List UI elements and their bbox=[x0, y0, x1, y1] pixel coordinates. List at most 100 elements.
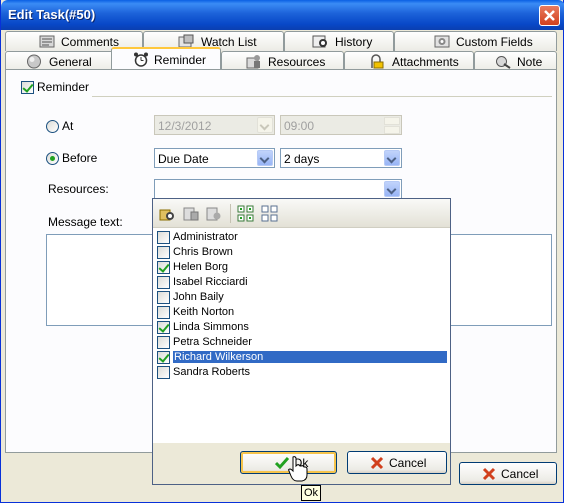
at-radio[interactable] bbox=[46, 120, 59, 133]
at-label: At bbox=[62, 119, 74, 133]
item-name: Helen Borg bbox=[173, 261, 229, 273]
list-item[interactable]: Linda Simmons bbox=[153, 320, 449, 335]
comments-icon bbox=[39, 35, 55, 48]
window-title: Edit Task(#50) bbox=[8, 7, 96, 22]
chevron-down-icon[interactable] bbox=[257, 117, 273, 133]
history-icon bbox=[312, 35, 327, 48]
section-divider bbox=[92, 96, 552, 97]
list-item[interactable]: Sandra Roberts bbox=[153, 365, 449, 380]
chevron-down-icon[interactable] bbox=[384, 150, 400, 166]
reminder-enabled-label: Reminder bbox=[37, 80, 90, 94]
item-checkbox[interactable] bbox=[157, 246, 170, 259]
tab-history[interactable]: History bbox=[284, 31, 394, 51]
tab-custom-fields[interactable]: Custom Fields bbox=[394, 31, 557, 51]
hand-cursor-icon bbox=[288, 456, 308, 482]
item-name: John Baily bbox=[173, 291, 224, 303]
tab-history-label: History bbox=[335, 35, 373, 49]
tab-reminder-label: Reminder bbox=[154, 53, 207, 67]
close-window-button[interactable] bbox=[539, 5, 560, 26]
ok-tooltip: Ok bbox=[301, 485, 321, 501]
at-date-picker[interactable]: 12/3/2012 bbox=[154, 115, 275, 135]
at-date-value: 12/3/2012 bbox=[158, 119, 212, 133]
item-name: Petra Schneider bbox=[173, 336, 252, 348]
before-amount-select[interactable]: 2 days bbox=[280, 148, 402, 168]
at-time-value: 09:00 bbox=[284, 119, 315, 133]
attachments-icon bbox=[371, 54, 384, 69]
item-checkbox[interactable] bbox=[157, 366, 170, 379]
resources-dropdown-popup: Administrator Chris Brown Helen Borg Isa… bbox=[152, 198, 451, 485]
list-item[interactable]: John Baily bbox=[153, 290, 449, 305]
check-current-user-icon[interactable] bbox=[158, 205, 176, 222]
item-checkbox[interactable] bbox=[157, 261, 170, 274]
before-amount-value: 2 days bbox=[284, 152, 320, 166]
check-selected-icon[interactable] bbox=[182, 205, 200, 222]
item-checkbox[interactable] bbox=[157, 321, 170, 334]
time-up-icon[interactable] bbox=[384, 117, 400, 125]
list-item[interactable]: Chris Brown bbox=[153, 245, 449, 260]
cancel-icon bbox=[370, 456, 384, 470]
popup-toolbar bbox=[153, 199, 450, 228]
item-checkbox[interactable] bbox=[157, 231, 170, 244]
checkmark-icon bbox=[275, 457, 289, 470]
tab-note[interactable]: Note bbox=[474, 51, 557, 71]
list-item[interactable]: Petra Schneider bbox=[153, 335, 449, 350]
item-checkbox[interactable] bbox=[157, 336, 170, 349]
uncheck-selected-icon[interactable] bbox=[205, 205, 223, 222]
tab-attachments[interactable]: Attachments bbox=[344, 51, 474, 71]
tab-attachments-label: Attachments bbox=[392, 55, 459, 69]
tab-custom-fields-label: Custom Fields bbox=[456, 35, 533, 49]
tab-note-label: Note bbox=[517, 55, 543, 69]
item-checkbox[interactable] bbox=[157, 306, 170, 319]
tab-resources-label: Resources bbox=[268, 55, 326, 69]
item-checkbox[interactable] bbox=[157, 276, 170, 289]
item-checkbox[interactable] bbox=[157, 291, 170, 304]
tab-reminder[interactable]: Reminder bbox=[111, 47, 221, 69]
chevron-down-icon[interactable] bbox=[384, 181, 400, 197]
item-name: Linda Simmons bbox=[173, 321, 249, 333]
resources-select[interactable] bbox=[154, 179, 402, 199]
tab-general-label: General bbox=[49, 55, 92, 69]
tab-comments-label: Comments bbox=[61, 35, 120, 49]
item-name: Administrator bbox=[173, 231, 238, 243]
time-down-icon[interactable] bbox=[384, 126, 400, 134]
note-icon bbox=[496, 56, 511, 69]
at-time-field[interactable]: 09:00 bbox=[280, 115, 402, 135]
title-bar[interactable]: Edit Task(#50) bbox=[1, 0, 564, 30]
reminder-enabled-checkbox[interactable] bbox=[21, 81, 34, 94]
list-item[interactable]: Richard Wilkerson bbox=[153, 350, 449, 365]
item-checkbox[interactable] bbox=[157, 351, 170, 364]
item-name: Isabel Ricciardi bbox=[173, 276, 248, 288]
tab-general[interactable]: General bbox=[5, 51, 125, 71]
dialog-cancel-button[interactable]: Cancel bbox=[459, 462, 557, 485]
item-name: Richard Wilkerson bbox=[173, 351, 447, 363]
list-item[interactable]: Administrator bbox=[153, 230, 449, 245]
item-name: Sandra Roberts bbox=[173, 366, 251, 378]
item-name: Chris Brown bbox=[173, 246, 233, 258]
resources-icon bbox=[246, 55, 260, 69]
close-icon bbox=[544, 10, 555, 21]
check-all-icon[interactable] bbox=[237, 205, 255, 222]
dialog-cancel-label: Cancel bbox=[501, 467, 539, 481]
cancel-icon bbox=[482, 467, 496, 481]
message-text-label: Message text: bbox=[48, 215, 123, 229]
list-item[interactable]: Keith Norton bbox=[153, 305, 449, 320]
general-icon bbox=[27, 54, 41, 69]
before-label: Before bbox=[62, 151, 98, 165]
resources-list: Administrator Chris Brown Helen Borg Isa… bbox=[153, 230, 450, 430]
custom-fields-icon bbox=[434, 35, 450, 48]
alarm-clock-icon bbox=[134, 52, 148, 67]
before-radio[interactable] bbox=[46, 152, 59, 165]
list-item[interactable]: Isabel Ricciardi bbox=[153, 275, 449, 290]
tab-resources[interactable]: Resources bbox=[221, 51, 344, 71]
tooltip-text: Ok bbox=[304, 487, 319, 499]
chevron-down-icon[interactable] bbox=[257, 150, 273, 166]
popup-cancel-label: Cancel bbox=[389, 456, 427, 470]
before-reference-select[interactable]: Due Date bbox=[154, 148, 275, 168]
item-name: Keith Norton bbox=[173, 306, 235, 318]
resources-label: Resources: bbox=[48, 182, 109, 196]
before-reference-value: Due Date bbox=[158, 152, 209, 166]
toolbar-separator bbox=[230, 204, 231, 223]
list-item[interactable]: Helen Borg bbox=[153, 260, 449, 275]
uncheck-all-icon[interactable] bbox=[261, 205, 279, 222]
popup-cancel-button[interactable]: Cancel bbox=[347, 451, 447, 474]
